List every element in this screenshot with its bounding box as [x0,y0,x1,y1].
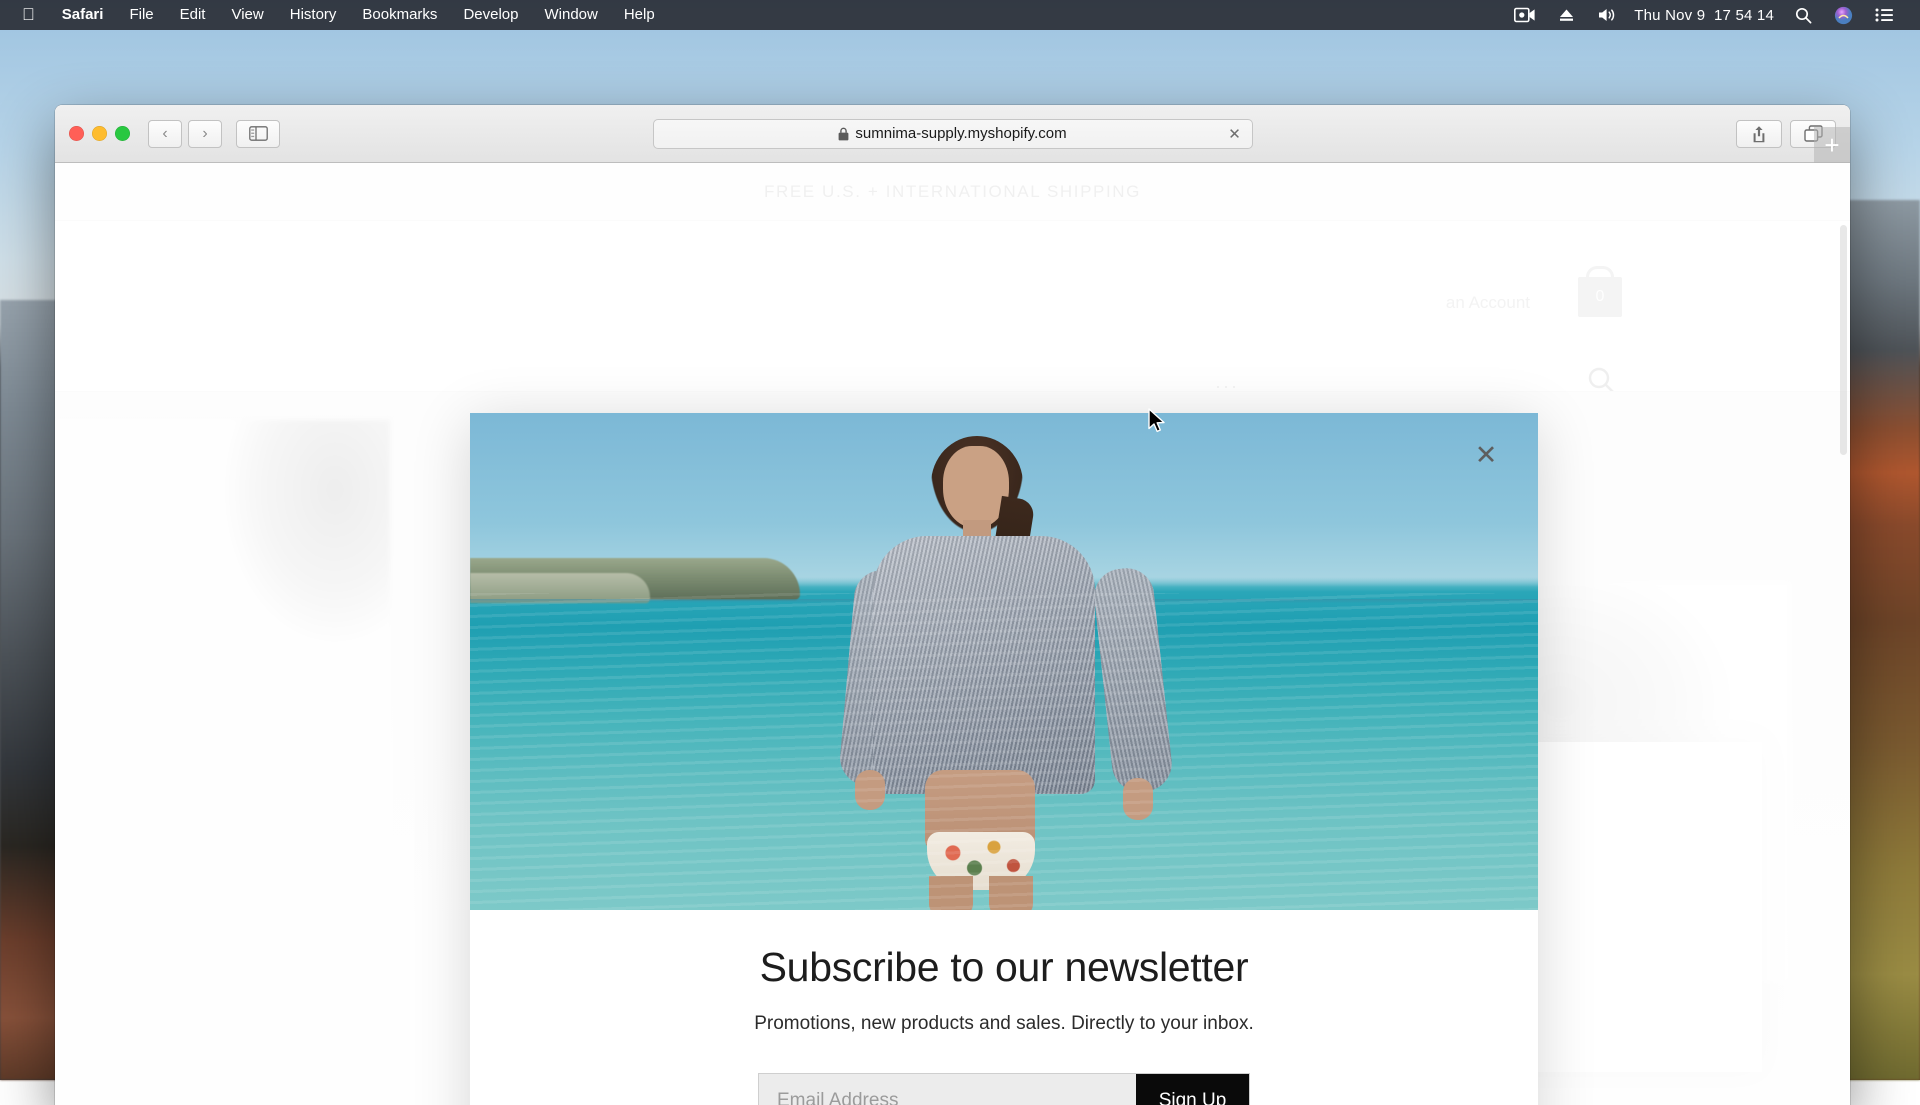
forward-button[interactable]: › [188,120,222,148]
signup-button[interactable]: Sign Up [1136,1074,1249,1105]
menu-item-history[interactable]: History [277,0,350,30]
coastline-headland-far [470,573,650,603]
back-button[interactable]: ‹ [148,120,182,148]
sea-horizon-line [470,599,1538,603]
stop-loading-button[interactable]: ✕ [1226,125,1244,143]
safari-toolbar: ‹ › sumnima-supply.myshopify.com ✕ + [55,105,1850,163]
newsletter-modal: ✕ Subscribe to our newsletter Promotions… [470,413,1538,1105]
modal-body: Subscribe to our newsletter Promotions, … [470,910,1538,1105]
new-tab-button[interactable]: + [1814,127,1850,163]
email-input[interactable] [759,1074,1136,1105]
model-torso [925,770,1035,850]
window-controls [69,126,130,141]
menu-item-file[interactable]: File [116,0,166,30]
address-bar-content: sumnima-supply.myshopify.com [838,125,1066,142]
sidebar-toggle-icon [249,126,268,141]
model-sweater [873,536,1095,794]
menu-item-window[interactable]: Window [531,0,610,30]
menu-item-edit[interactable]: Edit [167,0,219,30]
share-icon [1751,125,1767,143]
model-figure [839,440,1169,910]
model-hand-left [855,770,885,810]
model-sleeve-left [838,568,915,788]
lock-icon [838,127,849,141]
apple-logo-icon[interactable]:  [10,1,49,29]
address-bar-url: sumnima-supply.myshopify.com [855,125,1066,142]
web-page-content: FREE U.S. + INTERNATIONAL SHIPPING an Ac… [55,163,1850,1105]
address-bar[interactable]: sumnima-supply.myshopify.com ✕ [653,119,1253,149]
screen-recording-icon[interactable] [1503,7,1547,23]
close-window-button[interactable] [69,126,84,141]
chevron-left-icon: ‹ [162,126,167,142]
model-leg-right [989,876,1033,910]
mouse-cursor [1148,408,1168,441]
modal-title: Subscribe to our newsletter [510,944,1498,991]
volume-icon[interactable] [1586,7,1630,23]
sidebar-toggle-button[interactable] [236,120,280,148]
modal-subtitle: Promotions, new products and sales. Dire… [510,1013,1498,1035]
model-swimwear [927,832,1035,890]
menu-item-bookmarks[interactable]: Bookmarks [349,0,450,30]
model-sleeve-right [1091,565,1174,794]
modal-hero-image [470,413,1538,910]
eject-icon[interactable] [1547,7,1586,23]
share-button[interactable] [1736,120,1782,148]
navigation-buttons: ‹ › [148,120,222,148]
model-hand-right [1123,778,1153,820]
menu-item-help[interactable]: Help [611,0,668,30]
macos-menu-bar:  Safari File Edit View History Bookmark… [0,0,1920,30]
menu-item-safari[interactable]: Safari [49,0,117,30]
chevron-right-icon: › [202,126,207,142]
menu-item-develop[interactable]: Develop [450,0,531,30]
control-center-icon[interactable] [1864,7,1906,23]
model-leg-left [929,876,973,910]
modal-close-button[interactable]: ✕ [1470,439,1502,471]
spotlight-search-icon[interactable] [1784,7,1823,24]
menu-bar-items:  Safari File Edit View History Bookmark… [0,0,668,30]
siri-icon[interactable] [1823,6,1864,25]
menu-bar-clock[interactable]: Thu Nov 9 17 54 14 [1630,7,1784,24]
newsletter-signup-form: Sign Up [758,1073,1250,1105]
minimize-window-button[interactable] [92,126,107,141]
safari-browser-window: ‹ › sumnima-supply.myshopify.com ✕ + [55,105,1850,1105]
menu-item-view[interactable]: View [218,0,276,30]
menu-bar-status-area: Thu Nov 9 17 54 14 [1503,6,1920,25]
maximize-window-button[interactable] [115,126,130,141]
